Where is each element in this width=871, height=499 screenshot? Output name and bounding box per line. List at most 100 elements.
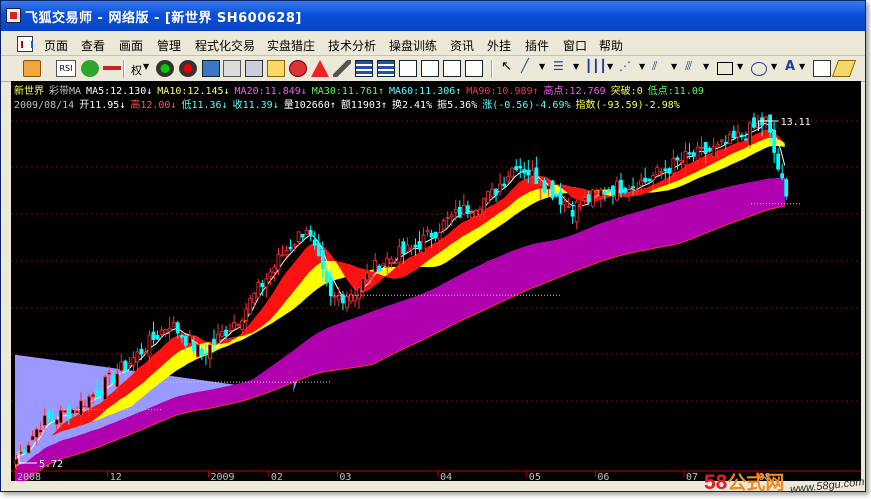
chevron-down-icon[interactable]: ▼ [607,62,613,71]
menu-manage[interactable]: 管理 [157,37,181,54]
document-icon[interactable] [223,60,241,77]
chart-logo-icon[interactable] [17,36,33,52]
candle [377,265,382,272]
quote-value-1: 开11.95↓ [79,100,126,111]
candle [602,191,607,195]
candle [449,214,454,218]
title-bar[interactable]: 飞狐交易师 - 网络版 - [新世界 SH600628] [1,1,865,31]
candle [772,129,777,153]
database-icon[interactable] [202,60,220,77]
candle [433,231,438,239]
channel-icon[interactable]: ⫽ [652,59,657,74]
candle [87,396,91,409]
candle [46,411,51,419]
menu-help[interactable]: 帮助 [599,37,623,54]
candle [699,146,704,149]
candle [671,158,676,174]
candle [623,187,627,193]
book-icon[interactable] [267,60,285,77]
candle [171,321,176,328]
candle [328,276,333,297]
parallel-lines-icon[interactable]: ⫻ [685,59,692,74]
candle [534,167,539,185]
window-layout-icon[interactable] [421,60,439,77]
folder-icon[interactable] [23,60,41,77]
chart-plot-area[interactable]: 13.115.722008 12 2009 02 03 04 05 06 07 08 [11,81,861,481]
menu-window[interactable]: 窗口 [563,37,587,54]
x-tick-label: 07 [686,472,698,481]
rsi-button[interactable]: RSI [56,60,76,77]
list-icon[interactable] [355,60,373,77]
fan-lines-icon[interactable]: ⋰ [619,59,631,73]
menu-page[interactable]: 页面 [44,37,68,54]
grid-view-icon[interactable] [399,60,417,77]
menu-news[interactable]: 资讯 [450,37,474,54]
chevron-down-icon[interactable]: ▼ [671,62,677,71]
ellipse-icon[interactable] [751,62,767,76]
arrow-left-right-icon[interactable] [103,60,121,77]
table-icon[interactable] [377,60,395,77]
candle [252,292,257,304]
watermark-number: 58 [704,471,728,494]
candle [719,139,724,142]
pen-icon[interactable] [333,60,351,77]
menu-tech-analysis[interactable]: 技术分析 [328,37,376,54]
eraser-icon[interactable] [831,60,857,77]
menu-live-tracking[interactable]: 实盘猎庄 [267,37,315,54]
candle [715,143,720,148]
candle [204,352,208,356]
stop-icon[interactable] [179,60,197,77]
candle [353,294,357,301]
chevron-down-icon[interactable]: ▼ [143,62,149,71]
candle [764,116,768,121]
menu-plugin-ext[interactable]: 外挂 [487,37,511,54]
candle [195,344,200,357]
chevron-down-icon[interactable]: ▼ [539,62,545,71]
menu-addons[interactable]: 插件 [525,37,549,54]
candle [361,278,365,292]
vertical-lines-icon[interactable]: ┃┃┃ [585,59,607,73]
menu-program-trading[interactable]: 程式化交易 [195,37,255,54]
candle [780,173,785,179]
candle [324,271,329,283]
candle [663,168,668,172]
candle [784,179,789,197]
candle [365,272,370,281]
candle [735,131,740,138]
chevron-down-icon[interactable]: ▼ [771,62,777,71]
weight-selector[interactable]: 权 [131,62,142,78]
menu-screen[interactable]: 画面 [119,37,143,54]
add-icon[interactable] [81,60,99,77]
copy-icon[interactable] [813,60,831,77]
candle [590,189,595,207]
candle [731,130,736,138]
candle [486,191,490,203]
traffic-light-icon[interactable] [156,60,174,77]
candle [284,250,289,256]
kline-chart[interactable]: 13.11 5.72 2008 12 2009 02 03 04 05 06 07 08 新世界 彩带M… [11,81,861,481]
chevron-down-icon[interactable]: ▼ [799,62,805,71]
chevron-down-icon[interactable]: ▼ [639,62,645,71]
candle [199,348,204,356]
target-icon[interactable] [289,60,307,77]
cube-icon[interactable] [245,60,263,77]
horizontal-lines-icon[interactable]: ☰ [553,59,564,73]
text-tool-icon[interactable]: A [785,59,795,74]
chevron-down-icon[interactable]: ▼ [737,62,743,71]
line-chart-icon[interactable] [465,60,483,77]
menu-training[interactable]: 操盘训练 [389,37,437,54]
candle [675,157,680,161]
candle [526,169,531,176]
cursor-icon[interactable]: ↖ [501,59,512,74]
chevron-down-icon[interactable]: ▼ [703,62,709,71]
draw-line-icon[interactable]: ╱ [521,59,529,74]
rectangle-icon[interactable] [717,62,733,75]
candle [373,260,378,273]
chevron-down-icon[interactable]: ▼ [573,62,579,71]
alarm-icon[interactable] [311,60,329,77]
quote-value-9: 涨(-0.56)-4.69% [482,100,571,111]
menu-view[interactable]: 查看 [81,37,105,54]
chart-window-icon[interactable] [443,60,461,77]
candle [514,166,519,170]
candle [425,229,430,233]
